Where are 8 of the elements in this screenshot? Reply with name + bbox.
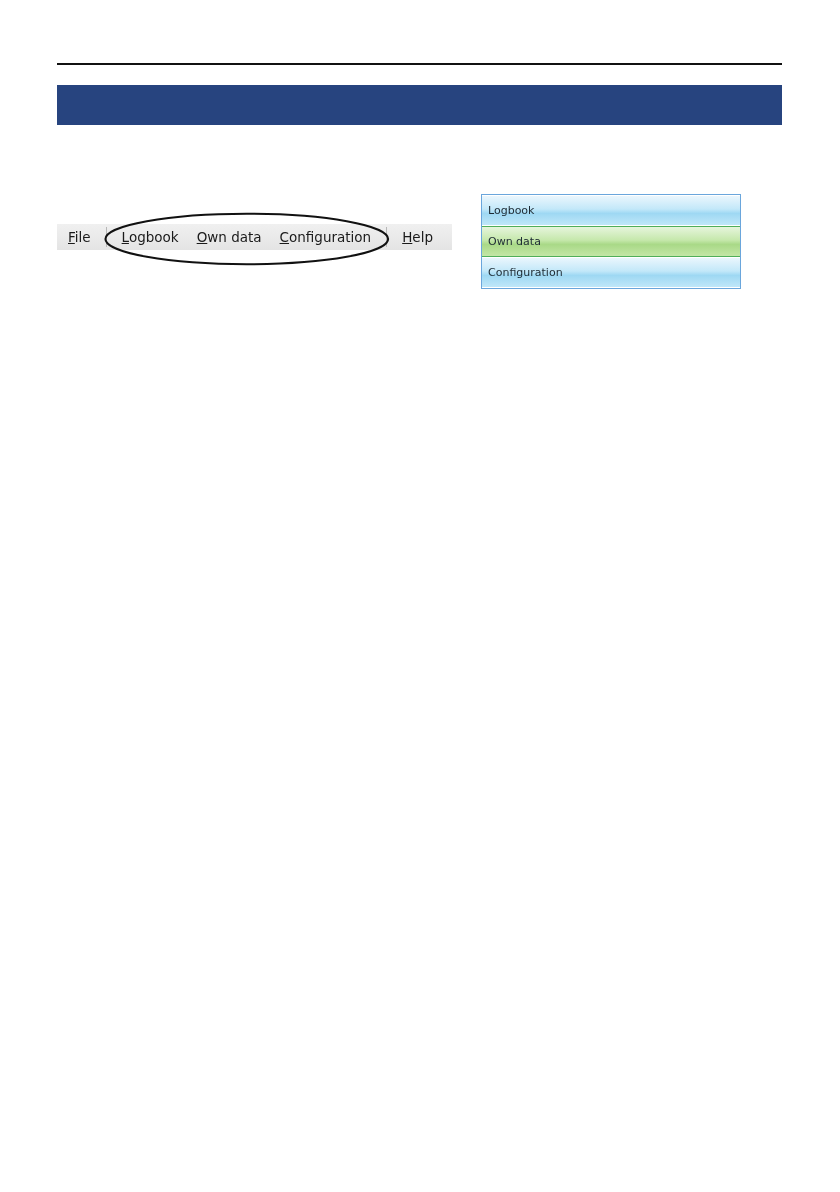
menu-item[interactable]: Configuration	[270, 224, 381, 250]
side-menu-item[interactable]: Configuration	[482, 257, 740, 288]
side-menu-item[interactable]: Own data	[482, 226, 740, 257]
menu-item[interactable]: Logbook	[112, 224, 188, 250]
menu-item[interactable]: Own data	[187, 224, 271, 250]
menu-item[interactable]: File	[59, 224, 100, 250]
menu-item[interactable]: Help	[393, 224, 442, 250]
side-menu-item[interactable]: Logbook	[482, 195, 740, 226]
